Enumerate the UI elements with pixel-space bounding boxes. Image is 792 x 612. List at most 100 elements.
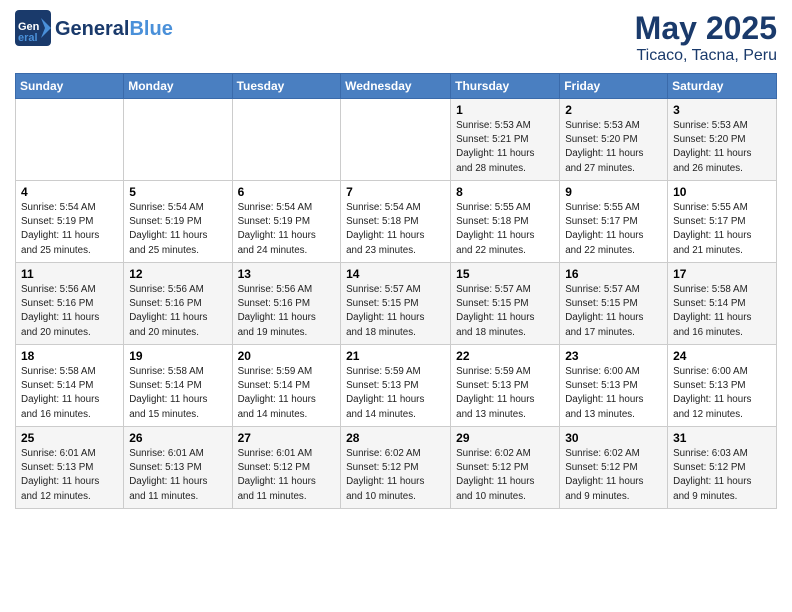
day-number: 25: [21, 431, 118, 445]
calendar-cell: 13Sunrise: 5:56 AMSunset: 5:16 PMDayligh…: [232, 263, 341, 345]
calendar-cell: 27 Sunrise: 6:01 AMSunset: 5:12 PMDayligh…: [232, 427, 341, 509]
day-number: 24: [673, 349, 771, 363]
calendar-cell: 19 Sunrise: 5:58 AMSunset: 5:14 PMDayligh…: [124, 345, 232, 427]
day-info: Sunrise: 6:01 AMSunset: 5:12 PMDaylight:…: [238, 447, 336, 504]
calendar-cell: 12Sunrise: 5:56 AMSunset: 5:16 PMDayligh…: [124, 263, 232, 345]
calendar-cell: 23 Sunrise: 6:00 AMSunset: 5:13 PMDayligh…: [560, 345, 668, 427]
day-number: 14: [346, 267, 445, 281]
day-info: Sunrise: 5:53 AMSunset: 5:21 PMDaylight:…: [456, 119, 554, 176]
day-number: 15: [456, 267, 554, 281]
day-info: Sunrise: 6:02 AMSunset: 5:12 PMDaylight:…: [565, 447, 662, 504]
day-info: Sunrise: 5:58 AMSunset: 5:14 PMDaylight:…: [21, 365, 118, 422]
day-info: Sunrise: 5:59 AMSunset: 5:13 PMDaylight:…: [346, 365, 445, 422]
calendar-cell: 15 Sunrise: 5:57 AMSunset: 5:15 PMDayligh…: [451, 263, 560, 345]
day-number: 19: [129, 349, 226, 363]
calendar-cell: 25Sunrise: 6:01 AMSunset: 5:13 PMDayligh…: [16, 427, 124, 509]
day-number: 26: [129, 431, 226, 445]
day-number: 11: [21, 267, 118, 281]
week-row-5: 25Sunrise: 6:01 AMSunset: 5:13 PMDayligh…: [16, 427, 777, 509]
day-header-saturday: Saturday: [668, 74, 777, 99]
day-number: 6: [238, 185, 336, 199]
day-info: Sunrise: 5:59 AMSunset: 5:14 PMDaylight:…: [238, 365, 336, 422]
page-title: May 2025: [635, 10, 777, 47]
day-number: 21: [346, 349, 445, 363]
calendar-cell: 1 Sunrise: 5:53 AMSunset: 5:21 PMDaylight…: [451, 99, 560, 181]
calendar-cell: 4Sunrise: 5:54 AMSunset: 5:19 PMDaylight…: [16, 181, 124, 263]
day-header-wednesday: Wednesday: [341, 74, 451, 99]
calendar-cell: 28Sunrise: 6:02 AMSunset: 5:12 PMDayligh…: [341, 427, 451, 509]
calendar-cell: 29 Sunrise: 6:02 AMSunset: 5:12 PMDayligh…: [451, 427, 560, 509]
calendar-cell: 22 Sunrise: 5:59 AMSunset: 5:13 PMDayligh…: [451, 345, 560, 427]
day-number: 4: [21, 185, 118, 199]
day-info: Sunrise: 5:56 AMSunset: 5:16 PMDaylight:…: [238, 283, 336, 340]
logo-text: GeneralBlue: [55, 18, 173, 40]
calendar-cell: 11 Sunrise: 5:56 AMSunset: 5:16 PMDayligh…: [16, 263, 124, 345]
svg-text:eral: eral: [18, 32, 38, 44]
logo-icon: Gen eral: [15, 10, 51, 46]
day-number: 17: [673, 267, 771, 281]
calendar-cell: 24 Sunrise: 6:00 AMSunset: 5:13 PMDayligh…: [668, 345, 777, 427]
day-number: 18: [21, 349, 118, 363]
day-number: 30: [565, 431, 662, 445]
calendar-cell: 20Sunrise: 5:59 AMSunset: 5:14 PMDayligh…: [232, 345, 341, 427]
calendar-cell: 17 Sunrise: 5:58 AMSunset: 5:14 PMDayligh…: [668, 263, 777, 345]
calendar-cell: 31Sunrise: 6:03 AMSunset: 5:12 PMDayligh…: [668, 427, 777, 509]
day-info: Sunrise: 5:54 AMSunset: 5:19 PMDaylight:…: [129, 201, 226, 258]
day-number: 3: [673, 103, 771, 117]
calendar-cell: 14 Sunrise: 5:57 AMSunset: 5:15 PMDayligh…: [341, 263, 451, 345]
calendar-cell: [232, 99, 341, 181]
calendar-cell: 10 Sunrise: 5:55 AMSunset: 5:17 PMDayligh…: [668, 181, 777, 263]
week-row-3: 11 Sunrise: 5:56 AMSunset: 5:16 PMDayligh…: [16, 263, 777, 345]
calendar-cell: 3Sunrise: 5:53 AMSunset: 5:20 PMDaylight…: [668, 99, 777, 181]
day-number: 1: [456, 103, 554, 117]
day-header-sunday: Sunday: [16, 74, 124, 99]
calendar-cell: [341, 99, 451, 181]
day-info: Sunrise: 5:55 AMSunset: 5:17 PMDaylight:…: [673, 201, 771, 258]
day-info: Sunrise: 5:54 AMSunset: 5:19 PMDaylight:…: [238, 201, 336, 258]
week-row-2: 4 Sunrise: 5:54 AMSunset: 5:19 PMDaylight…: [16, 181, 777, 263]
week-row-1: 1 Sunrise: 5:53 AMSunset: 5:21 PMDaylight…: [16, 99, 777, 181]
day-number: 5: [129, 185, 226, 199]
calendar-table: SundayMondayTuesdayWednesdayThursdayFrid…: [15, 73, 777, 509]
calendar-cell: 7 Sunrise: 5:54 AMSunset: 5:18 PMDaylight…: [341, 181, 451, 263]
day-number: 27: [238, 431, 336, 445]
header: Gen eral GeneralBlue May 2025 Ticaco, Ta…: [15, 10, 777, 65]
calendar-cell: 6 Sunrise: 5:54 AMSunset: 5:19 PMDaylight…: [232, 181, 341, 263]
day-info: Sunrise: 6:03 AMSunset: 5:12 PMDaylight:…: [673, 447, 771, 504]
day-info: Sunrise: 6:02 AMSunset: 5:12 PMDaylight:…: [456, 447, 554, 504]
calendar-cell: 21 Sunrise: 5:59 AMSunset: 5:13 PMDayligh…: [341, 345, 451, 427]
day-number: 7: [346, 185, 445, 199]
day-info: Sunrise: 6:00 AMSunset: 5:13 PMDaylight:…: [565, 365, 662, 422]
page-container: Gen eral GeneralBlue May 2025 Ticaco, Ta…: [0, 0, 792, 519]
day-info: Sunrise: 5:57 AMSunset: 5:15 PMDaylight:…: [346, 283, 445, 340]
page-subtitle: Ticaco, Tacna, Peru: [635, 47, 777, 65]
day-info: Sunrise: 5:58 AMSunset: 5:14 PMDaylight:…: [129, 365, 226, 422]
day-number: 9: [565, 185, 662, 199]
calendar-cell: 26Sunrise: 6:01 AMSunset: 5:13 PMDayligh…: [124, 427, 232, 509]
day-info: Sunrise: 5:59 AMSunset: 5:13 PMDaylight:…: [456, 365, 554, 422]
day-number: 23: [565, 349, 662, 363]
calendar-cell: [16, 99, 124, 181]
day-info: Sunrise: 5:57 AMSunset: 5:15 PMDaylight:…: [456, 283, 554, 340]
day-info: Sunrise: 6:00 AMSunset: 5:13 PMDaylight:…: [673, 365, 771, 422]
logo: Gen eral GeneralBlue: [15, 10, 173, 48]
day-info: Sunrise: 5:54 AMSunset: 5:18 PMDaylight:…: [346, 201, 445, 258]
title-block: May 2025 Ticaco, Tacna, Peru: [635, 10, 777, 65]
day-number: 29: [456, 431, 554, 445]
calendar-cell: 30 Sunrise: 6:02 AMSunset: 5:12 PMDayligh…: [560, 427, 668, 509]
day-number: 10: [673, 185, 771, 199]
day-info: Sunrise: 5:55 AMSunset: 5:18 PMDaylight:…: [456, 201, 554, 258]
calendar-cell: 9 Sunrise: 5:55 AMSunset: 5:17 PMDaylight…: [560, 181, 668, 263]
day-info: Sunrise: 5:56 AMSunset: 5:16 PMDaylight:…: [21, 283, 118, 340]
day-header-monday: Monday: [124, 74, 232, 99]
day-info: Sunrise: 5:55 AMSunset: 5:17 PMDaylight:…: [565, 201, 662, 258]
day-info: Sunrise: 5:58 AMSunset: 5:14 PMDaylight:…: [673, 283, 771, 340]
day-header-tuesday: Tuesday: [232, 74, 341, 99]
day-number: 22: [456, 349, 554, 363]
day-info: Sunrise: 5:53 AMSunset: 5:20 PMDaylight:…: [565, 119, 662, 176]
day-number: 16: [565, 267, 662, 281]
calendar-cell: 8Sunrise: 5:55 AMSunset: 5:18 PMDaylight…: [451, 181, 560, 263]
calendar-cell: 16 Sunrise: 5:57 AMSunset: 5:15 PMDayligh…: [560, 263, 668, 345]
header-row: SundayMondayTuesdayWednesdayThursdayFrid…: [16, 74, 777, 99]
day-info: Sunrise: 5:57 AMSunset: 5:15 PMDaylight:…: [565, 283, 662, 340]
